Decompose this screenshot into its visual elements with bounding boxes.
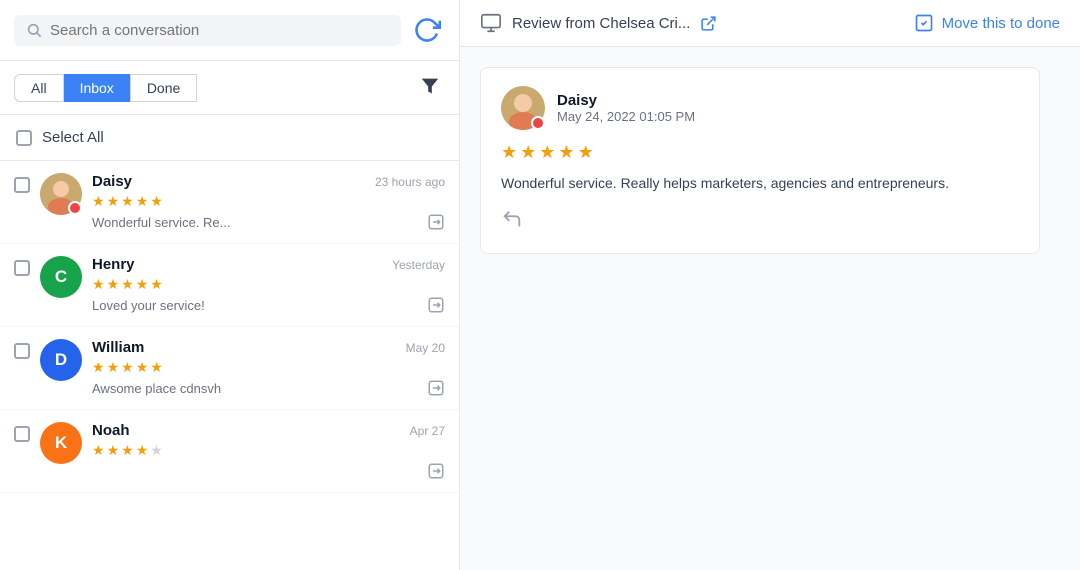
- conv-preview-william: Awsome place cdnsvh: [92, 381, 221, 396]
- filter-icon: [419, 75, 441, 97]
- message-reply-icon[interactable]: [501, 208, 523, 230]
- message-author-name: Daisy: [557, 92, 695, 109]
- tab-all[interactable]: All: [14, 74, 64, 102]
- right-content: Daisy May 24, 2022 01:05 PM ★ ★ ★ ★ ★ Wo…: [460, 47, 1080, 570]
- conv-stars-daisy: ★ ★ ★ ★ ★: [92, 193, 445, 210]
- avatar-badge-daisy: [68, 201, 82, 215]
- message-avatar-badge: [531, 116, 545, 130]
- conv-header-daisy: Daisy 23 hours ago: [92, 173, 445, 190]
- tabs-row: All Inbox Done: [0, 61, 459, 115]
- select-all-label: Select All: [42, 129, 104, 146]
- move-to-done-button[interactable]: Move this to done: [914, 13, 1060, 33]
- conv-checkbox-noah[interactable]: [14, 426, 30, 442]
- tab-inbox[interactable]: Inbox: [64, 74, 130, 102]
- conv-checkbox-henry[interactable]: [14, 260, 30, 276]
- message-author-info: Daisy May 24, 2022 01:05 PM: [557, 92, 695, 124]
- reply-icon-henry: [427, 296, 445, 314]
- conv-preview-row-daisy: Wonderful service. Re...: [92, 213, 445, 231]
- conv-time-henry: Yesterday: [392, 258, 445, 272]
- conv-time-noah: Apr 27: [410, 424, 445, 438]
- conversations-list: Daisy 23 hours ago ★ ★ ★ ★ ★ Wonderful s…: [0, 161, 459, 570]
- conv-content-henry: Henry Yesterday ★ ★ ★ ★ ★ Loved your ser…: [92, 256, 445, 314]
- search-input[interactable]: [50, 22, 389, 39]
- avatar-william: D: [40, 339, 82, 381]
- reply-icon-daisy: [427, 213, 445, 231]
- message-text: Wonderful service. Really helps marketer…: [501, 173, 1019, 194]
- reply-icon-noah: [427, 462, 445, 480]
- conversation-item-william[interactable]: D William May 20 ★ ★ ★ ★ ★ Awsome place …: [0, 327, 459, 410]
- search-input-wrapper: [14, 15, 401, 46]
- review-icon: [480, 12, 502, 34]
- right-panel: Review from Chelsea Cri... Move this to …: [460, 0, 1080, 570]
- conv-content-william: William May 20 ★ ★ ★ ★ ★ Awsome place cd…: [92, 339, 445, 397]
- reply-icon-william: [427, 379, 445, 397]
- conv-preview-daisy: Wonderful service. Re...: [92, 215, 230, 230]
- conv-name-daisy: Daisy: [92, 173, 132, 190]
- select-all-row: Select All: [0, 115, 459, 161]
- check-done-icon: [914, 13, 934, 33]
- conv-preview-row-william: Awsome place cdnsvh: [92, 379, 445, 397]
- conv-time-daisy: 23 hours ago: [375, 175, 445, 189]
- review-title: Review from Chelsea Cri...: [512, 15, 690, 32]
- message-avatar-daisy: [501, 86, 545, 130]
- conv-header-noah: Noah Apr 27: [92, 422, 445, 439]
- message-stars: ★ ★ ★ ★ ★: [501, 142, 1019, 163]
- tab-done[interactable]: Done: [130, 74, 197, 102]
- conv-preview-row-noah: [92, 462, 445, 480]
- conv-checkbox-daisy[interactable]: [14, 177, 30, 193]
- avatar-henry: C: [40, 256, 82, 298]
- avatar-daisy: [40, 173, 82, 215]
- conv-content-daisy: Daisy 23 hours ago ★ ★ ★ ★ ★ Wonderful s…: [92, 173, 445, 231]
- message-date: May 24, 2022 01:05 PM: [557, 109, 695, 124]
- message-author-row: Daisy May 24, 2022 01:05 PM: [501, 86, 1019, 130]
- conv-content-noah: Noah Apr 27 ★ ★ ★ ★ ★: [92, 422, 445, 480]
- search-icon: [26, 22, 42, 38]
- conversation-item-daisy[interactable]: Daisy 23 hours ago ★ ★ ★ ★ ★ Wonderful s…: [0, 161, 459, 244]
- conv-checkbox-william[interactable]: [14, 343, 30, 359]
- move-done-label: Move this to done: [942, 15, 1060, 32]
- conversation-item-noah[interactable]: K Noah Apr 27 ★ ★ ★ ★ ★: [0, 410, 459, 493]
- external-link-icon[interactable]: [700, 15, 717, 32]
- conv-header-william: William May 20: [92, 339, 445, 356]
- refresh-icon: [413, 16, 441, 44]
- conv-time-william: May 20: [406, 341, 445, 355]
- conversation-item-henry[interactable]: C Henry Yesterday ★ ★ ★ ★ ★ Loved your s…: [0, 244, 459, 327]
- message-card: Daisy May 24, 2022 01:05 PM ★ ★ ★ ★ ★ Wo…: [480, 67, 1040, 254]
- conv-name-noah: Noah: [92, 422, 130, 439]
- conv-name-henry: Henry: [92, 256, 135, 273]
- avatar-noah: K: [40, 422, 82, 464]
- conv-header-henry: Henry Yesterday: [92, 256, 445, 273]
- search-bar: [0, 0, 459, 61]
- refresh-button[interactable]: [409, 12, 445, 48]
- select-all-checkbox[interactable]: [16, 130, 32, 146]
- conv-stars-william: ★ ★ ★ ★ ★: [92, 359, 445, 376]
- conv-stars-henry: ★ ★ ★ ★ ★: [92, 276, 445, 293]
- conv-stars-noah: ★ ★ ★ ★ ★: [92, 442, 445, 459]
- left-panel: All Inbox Done Select All: [0, 0, 460, 570]
- conv-name-william: William: [92, 339, 144, 356]
- conv-preview-henry: Loved your service!: [92, 298, 205, 313]
- filter-button[interactable]: [415, 71, 445, 104]
- conv-preview-row-henry: Loved your service!: [92, 296, 445, 314]
- right-header: Review from Chelsea Cri... Move this to …: [460, 0, 1080, 47]
